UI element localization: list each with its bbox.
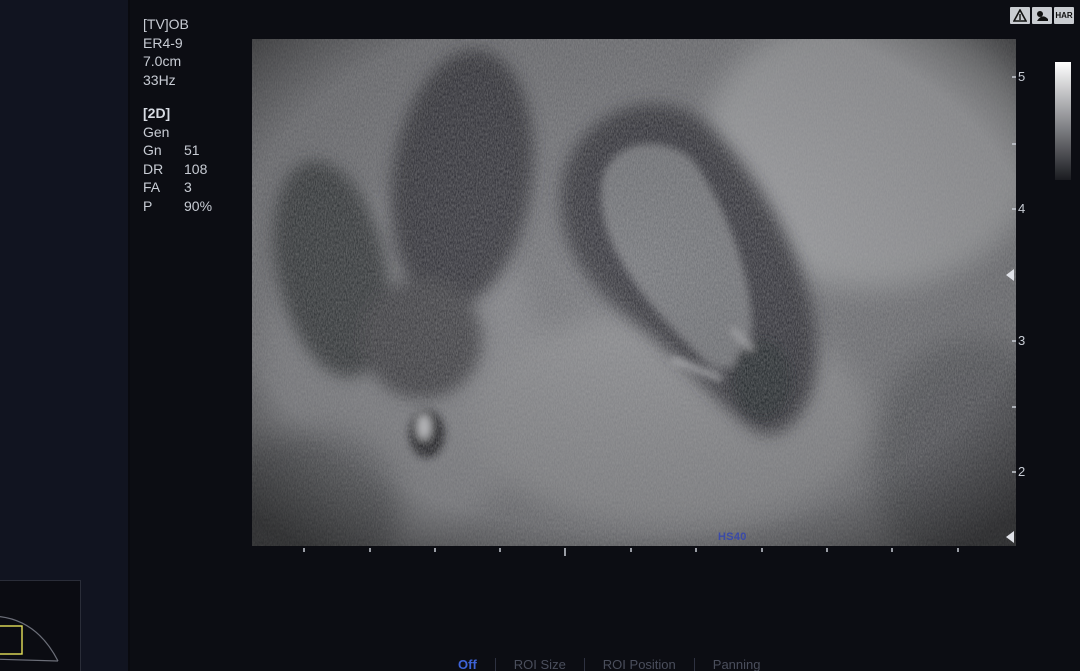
menu-item-roi-size[interactable]: ROI Size [496, 657, 584, 671]
harmonic-label: HS40 [718, 531, 747, 543]
param-row: Gn 51 [143, 141, 212, 160]
param-value: 51 [184, 142, 200, 158]
probe-orientation-icon [1010, 7, 1030, 24]
ultrasound-screen: [TV]OB ER4-9 7.0cm 33Hz [2D] Gen Gn 51 D… [0, 0, 1080, 671]
mode-info: [2D] Gen Gn 51 DR 108 FA 3 P 90% [143, 104, 212, 215]
preset-label: [TV]OB [143, 16, 189, 32]
depth-end-marker-icon [1006, 531, 1014, 543]
param-value: 108 [184, 160, 208, 177]
param-value: 3 [184, 179, 192, 195]
param-name: DR [143, 160, 164, 177]
menu-item-off[interactable]: Off [440, 657, 495, 671]
grayscale-bar [1055, 62, 1071, 180]
top-icon-group: HAR [1010, 7, 1074, 24]
probe-info: [TV]OB ER4-9 7.0cm 33Hz [143, 15, 189, 89]
bottom-menu: Off ROI Size ROI Position Panning [440, 657, 779, 671]
depth-tick-label: 2 [1018, 464, 1026, 479]
menu-item-panning[interactable]: Panning [695, 657, 779, 671]
depth-tick-label: 5 [1018, 69, 1026, 84]
param-name: P [143, 197, 153, 214]
menu-item-roi-position[interactable]: ROI Position [585, 657, 694, 671]
frame-rate-label: 33Hz [143, 71, 176, 88]
har-icon: HAR [1054, 7, 1074, 24]
panel-divider [128, 0, 130, 671]
setting-label: Gen [143, 123, 170, 140]
lateral-scale [252, 545, 1016, 556]
mode-label: [2D] [143, 105, 171, 121]
probe-thumbnail[interactable] [0, 580, 81, 671]
param-value: 90% [184, 197, 213, 214]
fetus-icon [1032, 7, 1052, 24]
param-row: DR 108 [143, 160, 212, 179]
depth-scale: 5 4 3 2 [1000, 39, 1040, 549]
param-name: Gn [143, 142, 162, 158]
depth-tick-label: 3 [1018, 333, 1026, 348]
left-panel [0, 0, 128, 671]
probe-label: ER4-9 [143, 34, 183, 51]
param-name: FA [143, 179, 161, 195]
param-row: P 90% [143, 197, 212, 216]
param-row: FA 3 [143, 178, 212, 197]
ultrasound-image[interactable] [252, 39, 1016, 546]
depth-label: 7.0cm [143, 53, 182, 69]
depth-tick-label: 4 [1018, 201, 1026, 216]
focus-marker-icon [1006, 269, 1014, 281]
